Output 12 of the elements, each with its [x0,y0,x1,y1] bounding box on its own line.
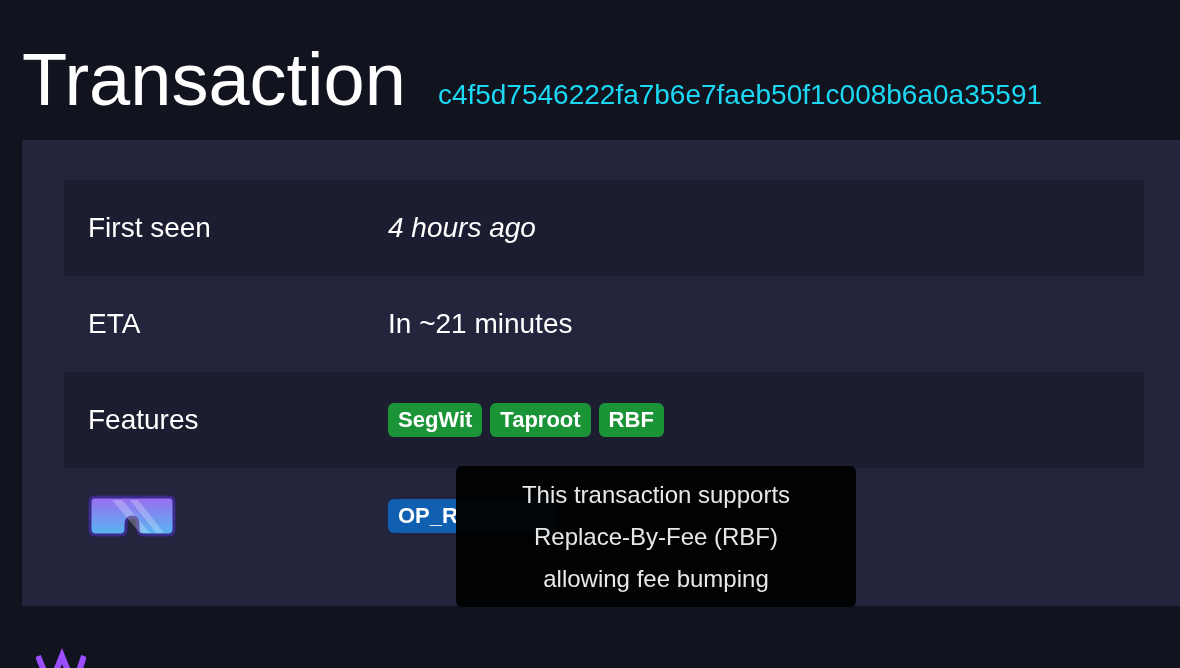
transaction-id: c4f5d7546222fa7b6e7faeb50f1c008b6a0a35591 [437,78,1043,112]
row-label: Features [88,404,199,435]
row-value: 4 hours ago [388,211,536,245]
row-label: ETA [88,308,141,339]
row-label: First seen [88,212,211,243]
glasses-icon [88,495,176,537]
page-title: Transaction [22,40,406,120]
feature-tag: Taproot [490,403,591,437]
row-value: In ~21 minutes [388,307,573,341]
tooltip-text: allowing fee bumping [543,563,769,594]
feature-tag: SegWit [388,403,483,437]
feature-tag: RBF [598,403,664,437]
